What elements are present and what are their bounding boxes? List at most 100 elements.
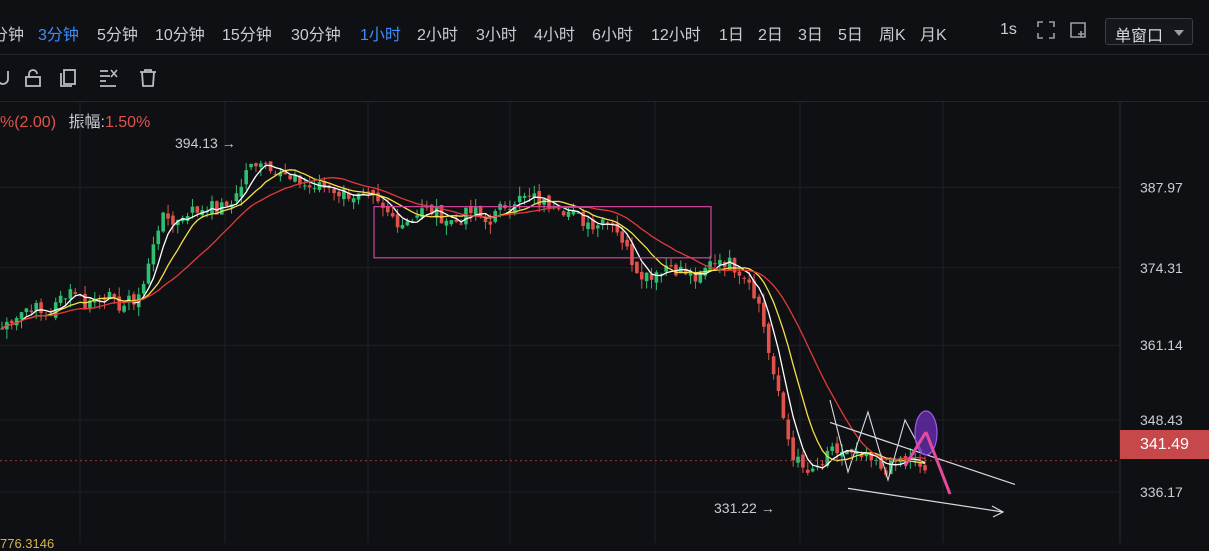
layers-icon[interactable] bbox=[58, 67, 80, 89]
candle-body bbox=[473, 207, 478, 215]
candle-body bbox=[195, 206, 200, 213]
candle-body bbox=[805, 469, 810, 473]
bottom-indicator-value: 776.3146 bbox=[0, 536, 55, 551]
candle-body bbox=[810, 468, 815, 472]
timeframe-button-14[interactable]: 3日 bbox=[798, 21, 823, 45]
candle-body bbox=[771, 356, 776, 375]
candle-body bbox=[400, 224, 405, 229]
drawing-toolbar bbox=[0, 55, 1209, 102]
candle-body bbox=[376, 192, 380, 202]
range-box bbox=[373, 206, 712, 259]
visibility-icon[interactable] bbox=[97, 67, 119, 89]
candle-body bbox=[527, 195, 532, 197]
candlestick-chart[interactable]: 387.97 374.31 361.14 348.43 336.17 394.13 → 33… bbox=[0, 102, 1209, 543]
timeframe-button-12[interactable]: 1日 bbox=[719, 21, 744, 45]
timeframe-button-10[interactable]: 6小时 bbox=[592, 21, 633, 45]
last-price-tag: 341.49 bbox=[1120, 430, 1209, 459]
candle-body bbox=[161, 212, 165, 232]
candle-body bbox=[302, 185, 307, 187]
y-tick-label: 361.14 bbox=[1140, 337, 1183, 353]
candle-body bbox=[747, 279, 751, 283]
timeframe-button-17[interactable]: 月K bbox=[920, 21, 947, 45]
pink-arrow-down bbox=[924, 431, 952, 495]
candle-body bbox=[766, 323, 771, 353]
candle-body bbox=[517, 195, 522, 202]
candle-body bbox=[0, 328, 4, 330]
candle-body bbox=[151, 244, 156, 265]
candle-body bbox=[635, 261, 639, 274]
candle-body bbox=[156, 230, 161, 245]
timeframe-button-3[interactable]: 10分钟 bbox=[155, 21, 205, 45]
timeframe-button-5[interactable]: 30分钟 bbox=[291, 21, 341, 45]
candle-body bbox=[742, 277, 747, 279]
timeframe-button-1[interactable]: 3分钟 bbox=[38, 21, 79, 45]
candle-body bbox=[356, 193, 361, 200]
timeframe-button-7[interactable]: 2小时 bbox=[417, 21, 458, 45]
candle-body bbox=[620, 231, 625, 243]
lock-icon[interactable] bbox=[22, 67, 44, 89]
fullscreen-icon[interactable] bbox=[1036, 20, 1056, 40]
interval-1s-button[interactable]: 1s bbox=[1000, 21, 1017, 39]
candle-body bbox=[522, 195, 527, 198]
candle-body bbox=[444, 220, 449, 226]
candle-body bbox=[698, 273, 703, 283]
candle-body bbox=[146, 263, 151, 284]
candle-body bbox=[63, 298, 68, 300]
candle-body bbox=[351, 198, 356, 203]
candle-body bbox=[332, 188, 336, 194]
candle-body bbox=[288, 175, 292, 180]
timeframe-button-6[interactable]: 1小时 bbox=[360, 21, 401, 45]
candle-body bbox=[68, 289, 73, 299]
high-annotation: 394.13 → bbox=[175, 135, 236, 151]
timeframe-button-15[interactable]: 5日 bbox=[838, 21, 863, 45]
candle-body bbox=[776, 375, 781, 392]
candle-body bbox=[307, 185, 312, 188]
candle-body bbox=[469, 206, 473, 214]
candle-body bbox=[112, 294, 117, 298]
magnet-icon[interactable] bbox=[0, 67, 14, 89]
candle-body bbox=[762, 302, 766, 327]
candle-body bbox=[117, 296, 122, 311]
candle-body bbox=[713, 263, 717, 265]
candle-body bbox=[210, 201, 214, 214]
candle-body bbox=[639, 272, 644, 280]
candle-body bbox=[556, 208, 561, 210]
candle-body bbox=[630, 243, 634, 266]
timeframe-button-11[interactable]: 12小时 bbox=[651, 21, 701, 45]
candle-body bbox=[166, 213, 170, 219]
candle-body bbox=[58, 295, 63, 303]
chevron-down-icon bbox=[1174, 30, 1184, 36]
candle-body bbox=[586, 222, 590, 229]
candle-body bbox=[796, 456, 800, 463]
y-tick-label: 336.17 bbox=[1140, 484, 1183, 500]
timeframe-button-16[interactable]: 周K bbox=[879, 21, 906, 45]
y-tick-label: 348.43 bbox=[1140, 412, 1183, 428]
candle-body bbox=[483, 218, 488, 223]
timeframe-button-4[interactable]: 15分钟 bbox=[222, 21, 272, 45]
y-tick-label: 374.31 bbox=[1140, 260, 1183, 276]
candle-body bbox=[234, 193, 239, 202]
timeframe-button-9[interactable]: 4小时 bbox=[534, 21, 575, 45]
candle-body bbox=[107, 291, 112, 298]
candle-body bbox=[244, 170, 248, 185]
window-mode-select[interactable]: 单窗口 bbox=[1105, 18, 1193, 45]
candle-body bbox=[405, 221, 410, 226]
add-window-icon[interactable] bbox=[1068, 20, 1088, 40]
timeframe-button-0[interactable]: 分钟 bbox=[0, 21, 24, 45]
candle-body bbox=[386, 206, 390, 213]
candle-body bbox=[791, 437, 795, 461]
zigzag-wave bbox=[829, 399, 923, 482]
trash-icon[interactable] bbox=[137, 67, 159, 89]
timeframe-button-13[interactable]: 2日 bbox=[758, 21, 783, 45]
candle-body bbox=[459, 223, 463, 225]
candle-body bbox=[224, 201, 229, 206]
candle-body bbox=[644, 272, 649, 282]
candle-body bbox=[190, 206, 195, 213]
timeframe-button-2[interactable]: 5分钟 bbox=[97, 21, 138, 45]
candle-body bbox=[122, 305, 126, 312]
candle-body bbox=[259, 163, 263, 168]
candle-body bbox=[561, 211, 566, 216]
timeframe-button-8[interactable]: 3小时 bbox=[476, 21, 517, 45]
candle-body bbox=[239, 186, 244, 197]
candle-body bbox=[263, 162, 268, 164]
